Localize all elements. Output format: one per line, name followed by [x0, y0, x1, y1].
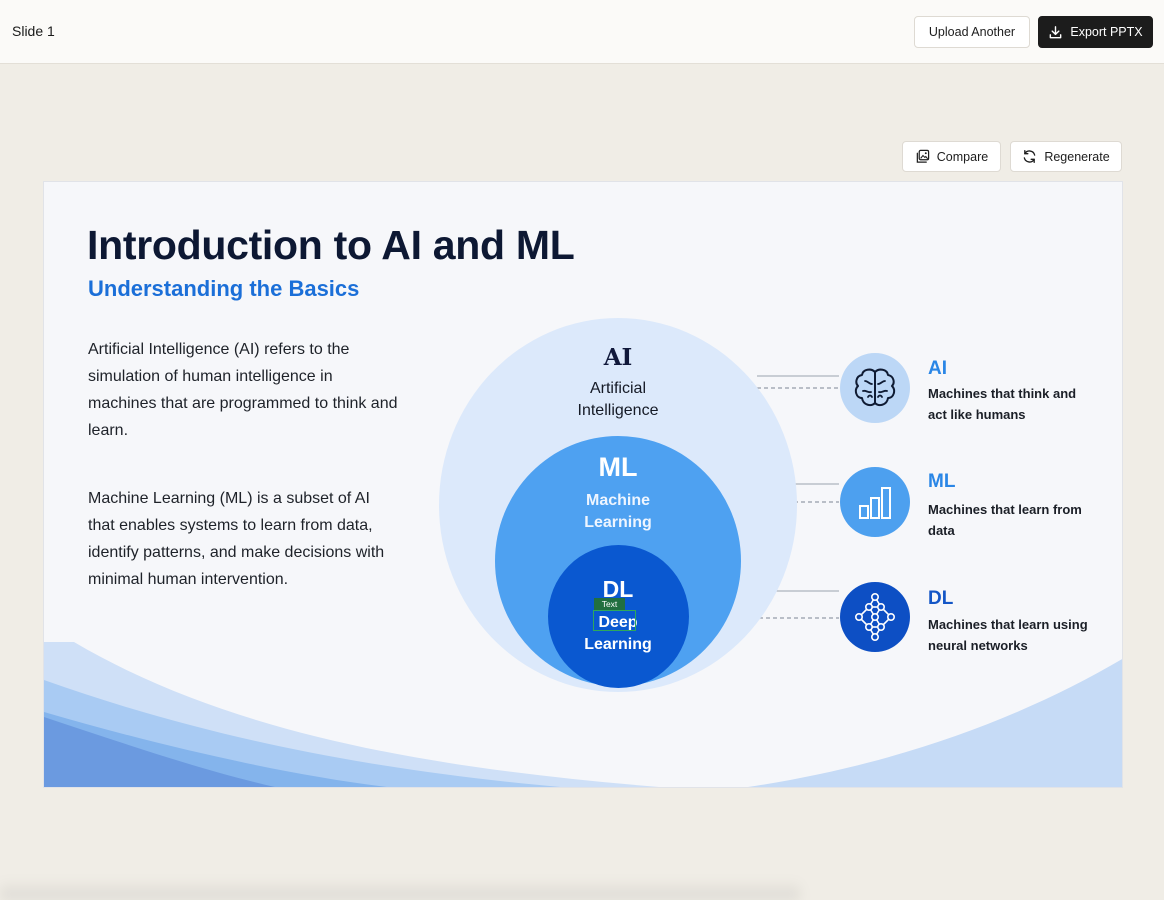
ai-legend-icon-badge: [840, 353, 910, 423]
brain-icon: [854, 368, 896, 407]
regenerate-button[interactable]: Regenerate: [1010, 141, 1122, 172]
legend-dl-abbr[interactable]: DL: [928, 588, 953, 610]
ml-circle-name-text: Machine Learning: [584, 492, 652, 531]
regenerate-label: Regenerate: [1044, 149, 1110, 164]
top-bar: Slide 1 Upload Another Export PPTX: [0, 0, 1164, 64]
text-selection-outline[interactable]: [593, 610, 636, 631]
ml-legend-icon-badge: [840, 467, 910, 537]
ml-circle-name[interactable]: Machine Learning: [549, 490, 687, 534]
slide-canvas[interactable]: Introduction to AI and ML Understanding …: [43, 181, 1123, 788]
legend-ai-desc[interactable]: Machines that think and act like humans: [928, 383, 1098, 425]
bottom-shadow: [0, 880, 800, 900]
compare-images-icon: [916, 149, 929, 163]
legend-dl-desc[interactable]: Machines that learn using neural network…: [928, 614, 1098, 656]
export-pptx-button[interactable]: Export PPTX: [1038, 16, 1153, 48]
legend-ai-abbr[interactable]: AI: [928, 358, 947, 380]
ai-circle-name-text: Artificial Intelligence: [577, 380, 659, 419]
neural-network-icon: [855, 592, 895, 641]
ai-circle-name[interactable]: Artificial Intelligence: [549, 378, 687, 422]
export-pptx-label: Export PPTX: [1070, 25, 1143, 39]
ml-circle-abbr[interactable]: ML: [574, 452, 662, 483]
compare-label: Compare: [936, 149, 989, 164]
refresh-icon: [1024, 150, 1036, 163]
bar-chart-icon: [859, 487, 891, 519]
download-icon: [1050, 25, 1062, 38]
upload-another-button[interactable]: Upload Another: [914, 16, 1030, 48]
legend-ml-desc[interactable]: Machines that learn from data: [928, 499, 1098, 541]
compare-button[interactable]: Compare: [902, 141, 1001, 172]
upload-another-label: Upload Another: [928, 25, 1016, 39]
dl-legend-icon-badge: [840, 582, 910, 652]
slide-name: Slide 1: [12, 23, 55, 39]
ai-circle-abbr[interactable]: AI: [574, 344, 662, 371]
legend-ml-abbr[interactable]: ML: [928, 471, 955, 493]
